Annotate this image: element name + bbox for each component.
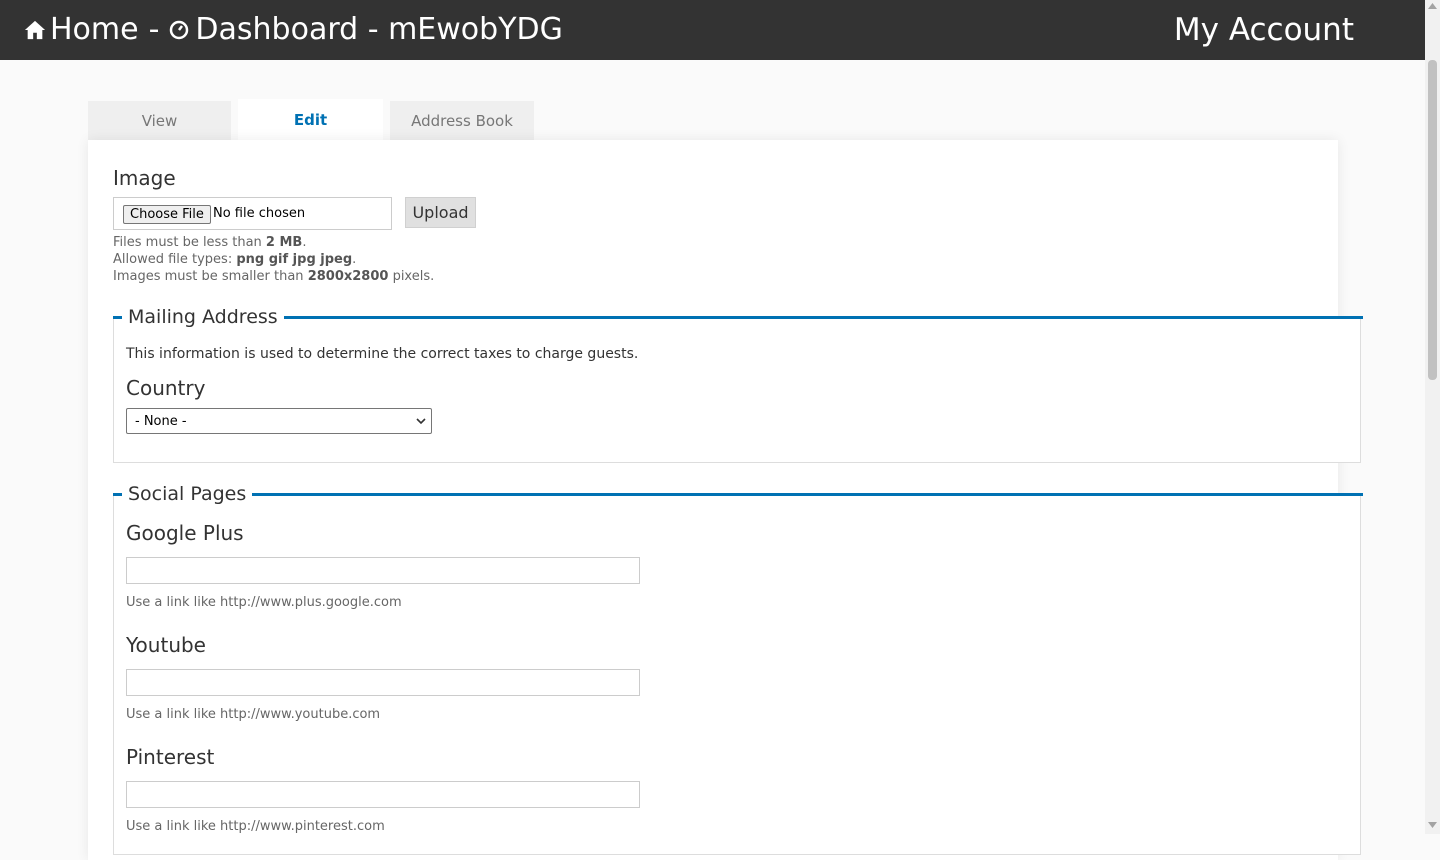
choose-file-button[interactable]: Choose File — [123, 205, 211, 224]
social-pages-legend: Social Pages — [122, 483, 253, 505]
pinterest-hint: Use a link like http://www.pinterest.com — [126, 819, 385, 834]
chevron-down-icon — [416, 418, 426, 425]
dashboard-icon — [169, 20, 189, 40]
tab-address-book[interactable]: Address Book — [390, 101, 534, 140]
scroll-up-icon[interactable] — [1428, 3, 1437, 9]
youtube-input[interactable] — [126, 669, 640, 696]
breadcrumb-separator: - — [148, 12, 160, 47]
tab-edit[interactable]: Edit — [238, 99, 383, 140]
upload-button[interactable]: Upload — [405, 197, 476, 228]
pinterest-label: Pinterest — [126, 745, 215, 769]
my-account-link[interactable]: My Account — [1174, 10, 1354, 50]
mailing-address-legend: Mailing Address — [122, 306, 284, 328]
mailing-description: This information is used to determine th… — [126, 346, 639, 362]
tab-view[interactable]: View — [88, 101, 231, 140]
help-file-size: Files must be less than 2 MB. — [113, 235, 307, 250]
no-file-text: No file chosen — [213, 206, 306, 221]
country-select[interactable]: - None - — [126, 408, 432, 434]
file-input[interactable]: Choose File No file chosen — [113, 197, 392, 230]
google-plus-hint: Use a link like http://www.plus.google.c… — [126, 595, 402, 610]
google-plus-input[interactable] — [126, 557, 640, 584]
country-select-value: - None - — [135, 414, 187, 429]
social-pages-rule — [113, 493, 1363, 496]
help-image-dimensions: Images must be smaller than 2800x2800 pi… — [113, 269, 435, 284]
scrollbar-thumb[interactable] — [1428, 60, 1437, 380]
breadcrumb: Home - Dashboard - mEwobYDG — [24, 10, 563, 50]
help-file-types: Allowed file types: png gif jpg jpeg. — [113, 252, 357, 267]
mailing-address-fieldset — [113, 318, 1361, 463]
country-label: Country — [126, 376, 206, 400]
pinterest-input[interactable] — [126, 781, 640, 808]
home-icon[interactable] — [24, 19, 46, 41]
mailing-address-rule — [113, 316, 1363, 319]
top-bar: Home - Dashboard - mEwobYDG My Account — [0, 0, 1425, 60]
breadcrumb-home[interactable]: Home — [50, 10, 139, 50]
youtube-hint: Use a link like http://www.youtube.com — [126, 707, 381, 722]
breadcrumb-dashboard[interactable]: Dashboard - mEwobYDG — [195, 10, 562, 50]
youtube-label: Youtube — [126, 633, 206, 657]
google-plus-label: Google Plus — [126, 521, 244, 545]
image-label: Image — [113, 166, 176, 190]
scroll-down-icon[interactable] — [1428, 822, 1437, 828]
